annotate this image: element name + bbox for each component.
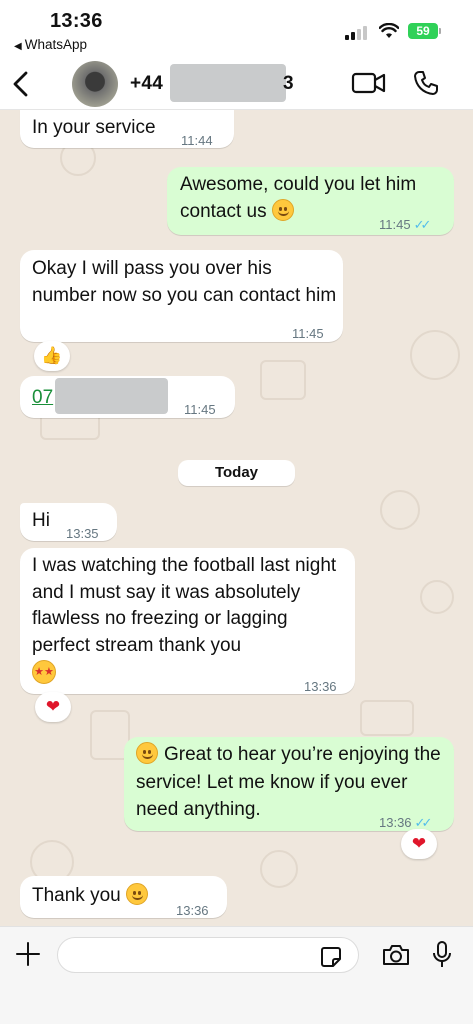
smiling-face-blush-emoji: [126, 883, 149, 905]
message-time: 13:36: [176, 903, 209, 918]
message-time: 11:44: [181, 133, 213, 148]
message-composer: [0, 926, 473, 1024]
heart-reaction[interactable]: ❤: [401, 829, 437, 859]
contact-name-prefix[interactable]: +44: [130, 73, 163, 95]
message-meta: 11:45 ✓✓: [379, 211, 432, 238]
message-time: 13:35: [66, 526, 99, 541]
plus-icon[interactable]: [15, 941, 41, 967]
wallpaper-doodle: [260, 360, 306, 400]
message-bubble-outgoing[interactable]: Awesome, could you let him contact us 11…: [167, 167, 454, 235]
heart-reaction[interactable]: ❤: [35, 692, 71, 722]
message-bubble-incoming[interactable]: Hi 13:35: [20, 503, 117, 541]
message-time: 13:36: [379, 815, 412, 830]
smiling-face-emoji: [271, 199, 294, 221]
message-text: Hi: [32, 510, 50, 531]
wallpaper-doodle: [360, 700, 414, 736]
phone-number-redaction: [55, 378, 168, 414]
chat-area[interactable]: In your service 11:44 Awesome, could you…: [0, 110, 473, 926]
contact-name-suffix[interactable]: 3: [283, 73, 294, 95]
message-time: 11:45: [379, 217, 411, 232]
message-time: 11:45: [292, 326, 324, 341]
message-text: I was watching the football last night a…: [32, 555, 337, 656]
signal-icon: [345, 26, 369, 40]
message-time: 13:36: [304, 679, 337, 694]
read-receipt-icon: ✓✓: [413, 217, 432, 232]
message-bubble-outgoing[interactable]: Great to hear you’re enjoying the servic…: [124, 737, 454, 831]
back-to-app-link[interactable]: ◀ WhatsApp: [14, 37, 87, 52]
message-bubble-incoming[interactable]: Thank you 13:36: [20, 876, 227, 918]
message-input[interactable]: [57, 937, 359, 973]
message-time: 11:45: [184, 402, 216, 417]
day-separator: Today: [178, 460, 295, 486]
message-text: Thank you: [32, 885, 121, 906]
star-struck-emoji: ★★: [32, 660, 56, 684]
message-text: Okay I will pass you over his number now…: [32, 258, 337, 306]
message-content: Thank you: [32, 882, 149, 909]
message-bubble-incoming[interactable]: In your service 11:44: [20, 110, 234, 148]
wallpaper-doodle: [420, 580, 454, 614]
message-bubble-incoming[interactable]: 07 11:45: [20, 376, 235, 418]
read-receipt-icon: ✓✓: [414, 815, 433, 830]
wallpaper-doodle: [260, 850, 298, 888]
message-bubble-incoming[interactable]: Okay I will pass you over his number now…: [20, 250, 343, 342]
chat-header: +44 3: [0, 58, 473, 110]
status-bar: 13:36 ◀ WhatsApp 59: [0, 0, 473, 58]
phone-number-link[interactable]: 07: [32, 384, 53, 411]
microphone-icon[interactable]: [432, 940, 452, 970]
message-text: In your service: [32, 117, 156, 138]
contact-name-redaction: [170, 64, 286, 102]
wallpaper-doodle: [410, 330, 460, 380]
back-app-label: WhatsApp: [24, 37, 87, 52]
contact-avatar[interactable]: [72, 61, 118, 107]
battery-icon: 59: [408, 23, 438, 39]
back-triangle-icon: ◀: [14, 41, 22, 52]
back-chevron-icon[interactable]: [10, 70, 34, 98]
battery-tip: [439, 28, 441, 34]
message-bubble-incoming[interactable]: I was watching the football last night a…: [20, 548, 355, 694]
thumbs-up-reaction[interactable]: 👍: [34, 341, 70, 371]
phone-icon[interactable]: [412, 69, 440, 97]
camera-icon[interactable]: [381, 943, 411, 967]
wifi-icon: [379, 23, 399, 38]
smiling-face-emoji: [136, 742, 158, 764]
wallpaper-doodle: [380, 490, 420, 530]
sticker-icon[interactable]: [320, 946, 342, 968]
video-call-icon[interactable]: [351, 71, 387, 95]
status-time: 13:36: [50, 10, 103, 32]
